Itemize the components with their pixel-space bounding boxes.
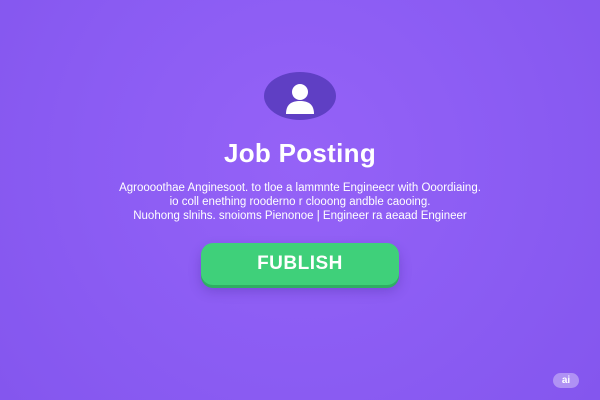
job-description: Agroooothae Anginesoot. to tloe a lammnt… (40, 181, 560, 223)
ai-badge: ai (553, 373, 579, 388)
description-line: io coll enething rooderno r clooong andb… (169, 196, 431, 208)
publish-button[interactable]: FUBLISH (201, 243, 399, 285)
description-line: Nuohong slnihs. snoioms Pienonoe | Engin… (133, 210, 467, 222)
user-avatar-icon (286, 84, 314, 114)
avatar-circle (264, 72, 336, 120)
job-posting-screen: Job Posting Agroooothae Anginesoot. to t… (0, 0, 600, 400)
description-line: Agroooothae Anginesoot. to tloe a lammnt… (119, 182, 481, 194)
page-title: Job Posting (223, 138, 377, 168)
avatar (264, 72, 336, 120)
